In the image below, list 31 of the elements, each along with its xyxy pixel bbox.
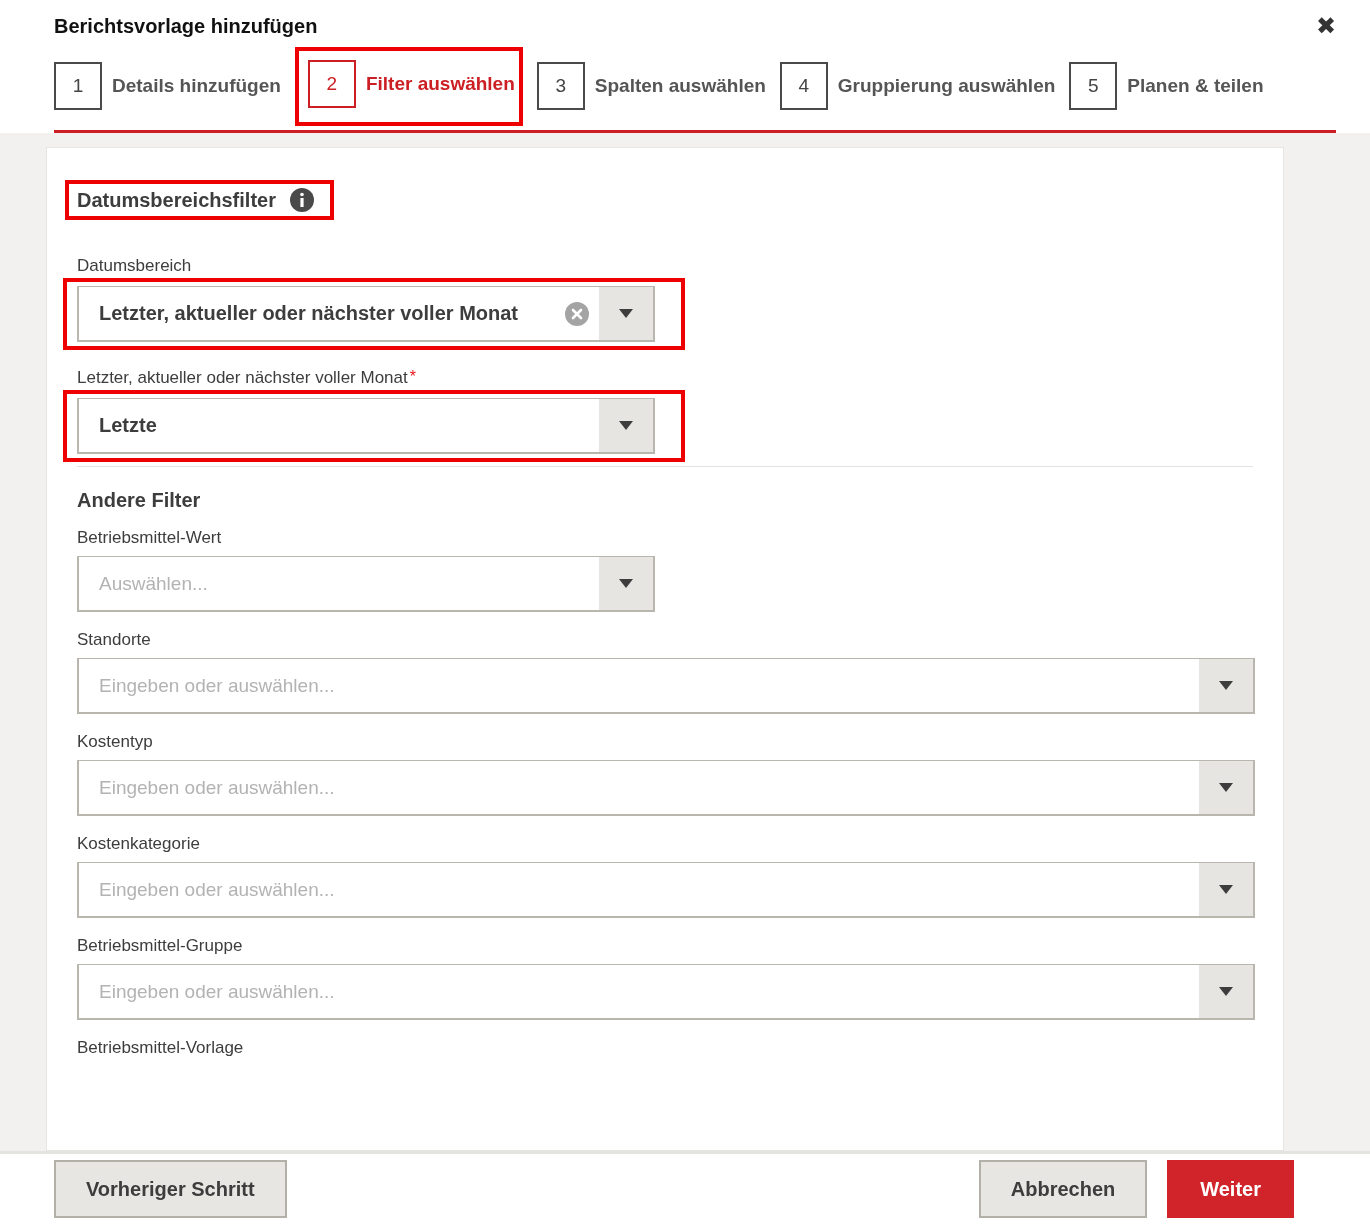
dialog-title: Berichtsvorlage hinzufügen [54, 14, 318, 38]
field-label: Letzter, aktueller oder nächster voller Monat [77, 368, 408, 388]
dropdown-field[interactable]: Letzte [77, 398, 655, 454]
section-heading: Datumsbereichsfilter [77, 188, 276, 212]
caret-icon [1219, 885, 1233, 894]
section-heading: Andere Filter [77, 489, 201, 512]
caret-icon [1219, 681, 1233, 690]
field-label: Standorte [77, 630, 151, 650]
previous-step-button[interactable]: Vorheriger Schritt [54, 1160, 287, 1218]
caret-icon [619, 579, 633, 588]
wizard-step[interactable]: 2 Filter auswählen [307, 59, 515, 108]
field-label: Kostentyp [77, 732, 153, 752]
field-label: Betriebsmittel-Gruppe [77, 936, 243, 956]
required-mark: * [409, 368, 416, 386]
close-button[interactable]: ✖ [1315, 14, 1336, 38]
info-icon[interactable] [289, 188, 314, 212]
dropdown-field[interactable]: Letzter, aktueller oder nächster voller Monat [77, 286, 655, 342]
caret-icon [1219, 987, 1233, 996]
wizard-step[interactable]: 1 Details hinzufügen [54, 62, 281, 110]
field-label: Kostenkategorie [77, 834, 200, 854]
field-label: Betriebsmittel-Wert [77, 528, 222, 548]
caret-icon [619, 309, 633, 318]
next-button[interactable]: Weiter [1167, 1160, 1294, 1218]
caret-icon [619, 421, 633, 430]
wizard-step[interactable]: 3 Spalten auswählen [536, 62, 766, 110]
cancel-button[interactable]: Abbrechen [978, 1160, 1148, 1218]
field-label: Betriebsmittel-Vorlage [77, 1038, 244, 1058]
wizard-step[interactable]: 5 Planen & teilen [1069, 62, 1264, 110]
caret-icon [1219, 783, 1233, 792]
field-label: Datumsbereich [77, 256, 192, 276]
wizard-step[interactable]: 4 Gruppierung auswählen [779, 62, 1056, 110]
